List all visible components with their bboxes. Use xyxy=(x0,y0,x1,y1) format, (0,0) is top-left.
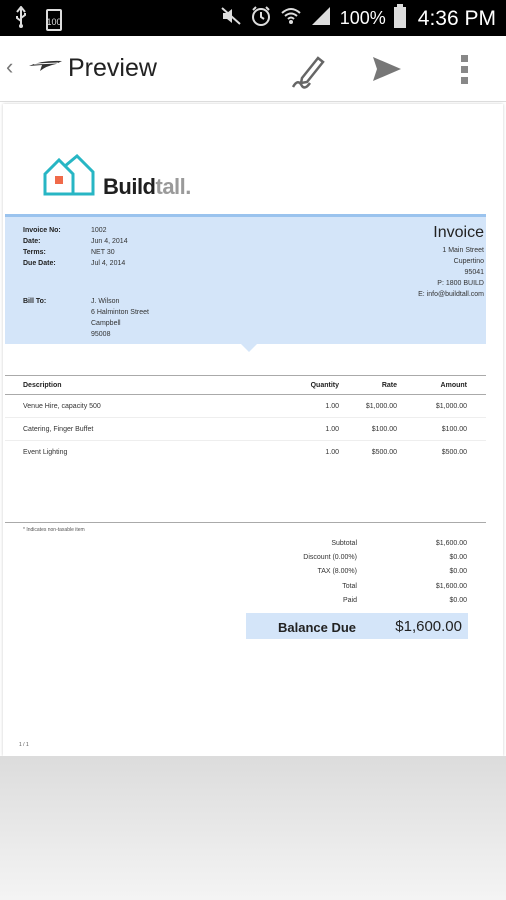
item-amount: $500.00 xyxy=(441,449,467,456)
page-number: 1 / 1 xyxy=(19,742,29,748)
invoice-no-label: Invoice No: xyxy=(23,227,61,234)
page-title: Preview xyxy=(68,54,157,82)
col-description: Description xyxy=(23,382,62,389)
wifi-icon xyxy=(280,6,302,31)
app-logo-icon[interactable] xyxy=(28,58,64,79)
balance-due-box: Balance Due $1,600.00 xyxy=(246,613,468,639)
bill-to-line: 95008 xyxy=(91,331,111,338)
signal-icon xyxy=(310,6,332,31)
discount-value: $0.00 xyxy=(449,554,467,561)
bill-to-label: Bill To: xyxy=(23,298,47,305)
discount-label: Discount (0.00%) xyxy=(303,554,357,561)
company-phone: P: 1800 BUILD xyxy=(437,280,484,287)
item-rate: $500.00 xyxy=(371,449,397,456)
terms-value: NET 30 xyxy=(91,249,115,256)
back-chevron-icon[interactable]: ‹ xyxy=(6,54,13,80)
item-amount: $1,000.00 xyxy=(435,403,467,410)
paid-label: Paid xyxy=(342,597,357,604)
company-address-line: Cupertino xyxy=(453,258,484,265)
battery-percent: 100% xyxy=(339,8,386,28)
due-date-value: Jul 4, 2014 xyxy=(91,260,126,267)
invoice-heading: Invoice xyxy=(433,224,484,241)
table-row: Catering, Finger Buffet 1.00 $100.00 $10… xyxy=(5,418,486,441)
band-notch xyxy=(241,344,257,352)
date-value: Jun 4, 2014 xyxy=(91,238,128,245)
send-icon[interactable] xyxy=(372,56,402,87)
table-row: Venue Hire, capacity 500 1.00 $1,000.00 … xyxy=(5,395,486,418)
company-address-line: 95041 xyxy=(464,269,484,276)
brand-name-part2: tall. xyxy=(155,174,192,199)
bill-to-line: 6 Halminton Street xyxy=(91,309,149,316)
battery-status-icon: 100 xyxy=(46,8,62,31)
action-bar: ‹ Preview xyxy=(0,36,506,102)
battery-small-label: 100 xyxy=(46,16,62,27)
table-row: Event Lighting 1.00 $500.00 $500.00 xyxy=(5,441,486,464)
alarm-icon xyxy=(250,5,272,32)
totals-divider xyxy=(5,522,486,523)
clock: 4:36 PM xyxy=(417,6,496,30)
preview-background xyxy=(0,756,506,900)
invoice-header-band xyxy=(5,214,486,344)
item-rate: $100.00 xyxy=(371,426,397,433)
col-amount: Amount xyxy=(440,382,467,389)
total-value: $1,600.00 xyxy=(435,583,467,590)
house-logo-icon xyxy=(43,153,97,203)
balance-due-label: Balance Due xyxy=(278,620,357,635)
due-date-label: Due Date: xyxy=(23,260,56,267)
date-label: Date: xyxy=(23,238,41,245)
item-quantity: 1.00 xyxy=(325,449,339,456)
usb-icon xyxy=(14,5,28,33)
item-description: Venue Hire, capacity 500 xyxy=(23,403,101,410)
battery-icon xyxy=(393,4,406,33)
brand-name: Buildtall. xyxy=(103,174,191,200)
signature-pen-icon[interactable] xyxy=(290,52,328,95)
terms-label: Terms: xyxy=(23,249,46,256)
brand-name-part1: Build xyxy=(103,174,156,199)
subtotal-label: Subtotal xyxy=(331,540,357,547)
item-description: Event Lighting xyxy=(23,449,68,456)
col-quantity: Quantity xyxy=(310,382,339,389)
item-rate: $1,000.00 xyxy=(365,403,397,410)
invoice-page: Buildtall. Invoice No: 1002 Date: Jun 4,… xyxy=(3,104,503,756)
company-email: E: info@buildtall.com xyxy=(418,291,484,298)
bill-to-line: Campbell xyxy=(91,320,121,327)
balance-due-value: $1,600.00 xyxy=(395,618,462,635)
overflow-menu-icon[interactable] xyxy=(460,54,470,91)
col-rate: Rate xyxy=(381,382,397,389)
paid-value: $0.00 xyxy=(449,597,467,604)
item-quantity: 1.00 xyxy=(325,426,339,433)
status-bar: 100 100% 4:36 PM xyxy=(0,0,506,36)
total-label: Total xyxy=(342,583,357,590)
tax-value: $0.00 xyxy=(449,568,467,575)
invoice-no-value: 1002 xyxy=(91,227,107,234)
company-address-line: 1 Main Street xyxy=(442,247,484,254)
item-description: Catering, Finger Buffet xyxy=(23,426,94,433)
company-logo: Buildtall. xyxy=(43,153,191,203)
subtotal-value: $1,600.00 xyxy=(435,540,467,547)
mute-icon xyxy=(220,6,242,31)
item-quantity: 1.00 xyxy=(325,403,339,410)
items-table-header: Description Quantity Rate Amount xyxy=(5,375,486,395)
non-taxable-note: * Indicates non-taxable item xyxy=(23,527,85,533)
item-amount: $100.00 xyxy=(441,426,467,433)
tax-label: TAX (8.00%) xyxy=(317,568,357,575)
bill-to-line: J. Wilson xyxy=(91,298,120,305)
